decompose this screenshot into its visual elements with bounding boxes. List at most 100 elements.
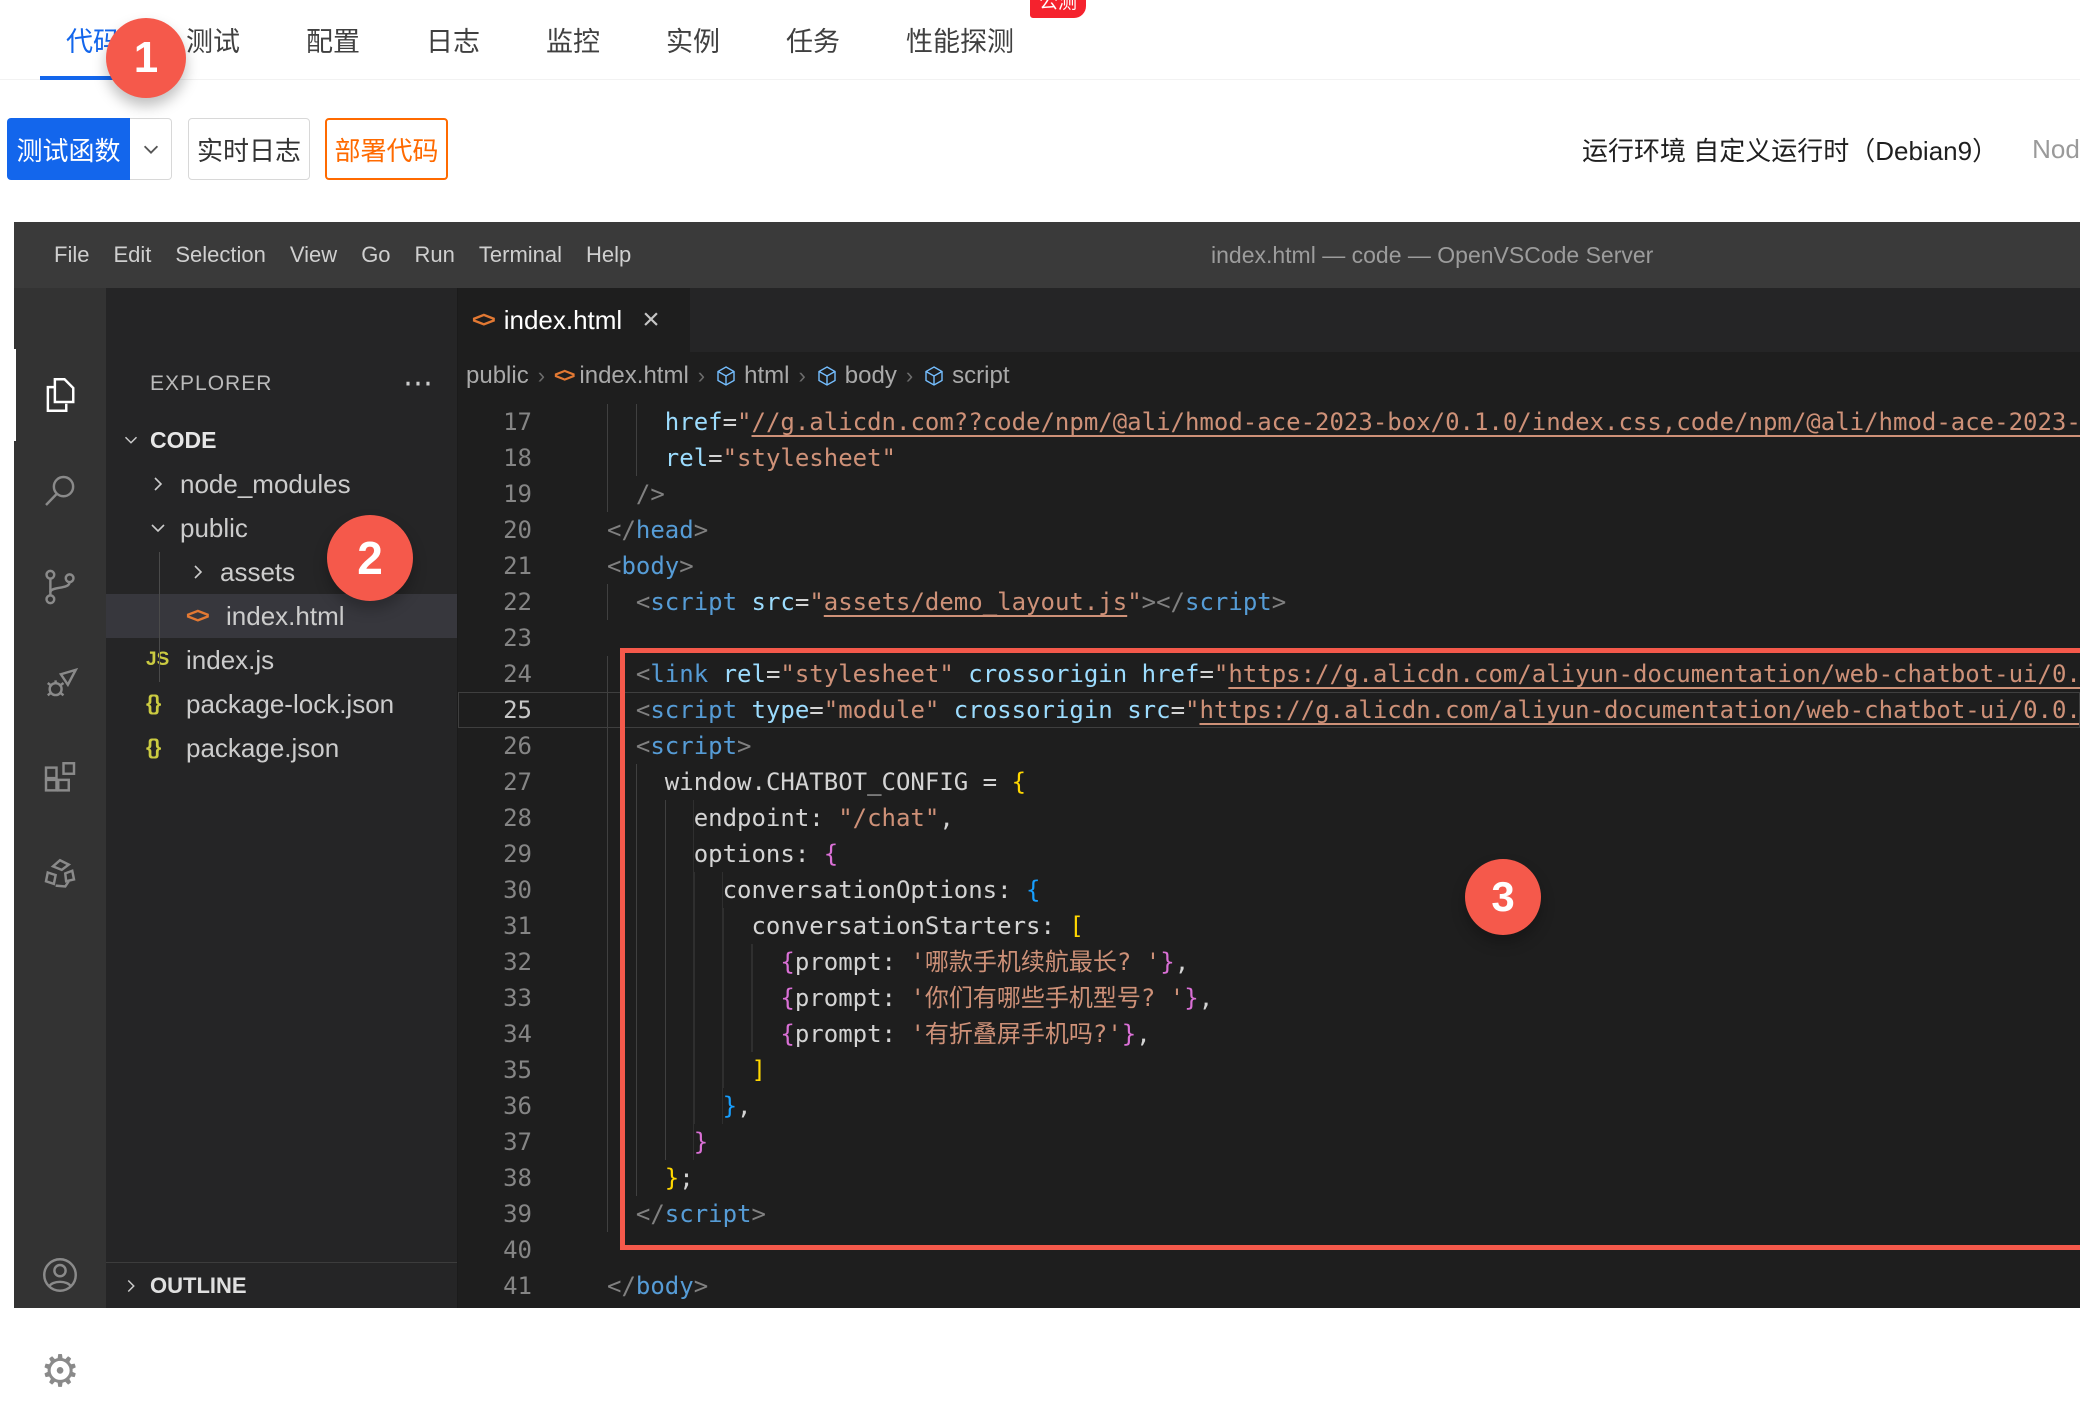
- code-token: >: [1272, 584, 1286, 620]
- line-number[interactable]: 20: [458, 512, 532, 548]
- code-line-text: rel="stylesheet": [607, 440, 896, 476]
- code-line-text: };: [607, 1160, 694, 1196]
- code-token: "stylesheet": [723, 440, 896, 476]
- console-tab-性能探测[interactable]: 性能探测公测: [880, 0, 1040, 80]
- line-number[interactable]: 28: [458, 800, 532, 836]
- line-number[interactable]: 34: [458, 1016, 532, 1052]
- tree-item-label: public: [180, 513, 248, 544]
- code-token: >: [752, 1196, 766, 1232]
- explorer-icon[interactable]: [14, 349, 106, 441]
- settings-gear-icon[interactable]: ⚙: [14, 1326, 106, 1418]
- indent-guides: [607, 872, 723, 908]
- code-token: [1113, 692, 1127, 728]
- line-number[interactable]: 36: [458, 1088, 532, 1124]
- chevron-right-icon: [146, 472, 170, 496]
- code-token: body: [636, 1268, 694, 1304]
- line-number[interactable]: 37: [458, 1124, 532, 1160]
- line-number[interactable]: 31: [458, 908, 532, 944]
- menu-item-help[interactable]: Help: [574, 242, 643, 268]
- line-number[interactable]: 21: [458, 548, 532, 584]
- code-line-33: 33{prompt: '你们有哪些手机型号? '},: [458, 980, 2080, 1016]
- console-tab-实例[interactable]: 实例: [640, 0, 746, 80]
- line-number[interactable]: 23: [458, 620, 532, 656]
- line-number[interactable]: 32: [458, 944, 532, 980]
- code-line-text: conversationOptions: {: [607, 872, 1040, 908]
- indent-guides: [607, 692, 636, 728]
- cloud-toolkit-icon[interactable]: [14, 830, 106, 922]
- line-number[interactable]: 35: [458, 1052, 532, 1088]
- test-function-button[interactable]: 测试函数: [7, 118, 130, 180]
- tree-item-node_modules[interactable]: node_modules: [106, 462, 457, 506]
- code-token: {: [1012, 764, 1026, 800]
- menu-item-edit[interactable]: Edit: [101, 242, 163, 268]
- breadcrumb-item-public[interactable]: public: [466, 362, 529, 390]
- line-number[interactable]: 17: [458, 404, 532, 440]
- line-number[interactable]: 24: [458, 656, 532, 692]
- line-number[interactable]: 39: [458, 1196, 532, 1232]
- breadcrumb-separator: ›: [906, 363, 913, 389]
- breadcrumb-item-html[interactable]: html: [714, 362, 789, 390]
- code-token: >: [737, 728, 751, 764]
- tree-item-package-lock.json[interactable]: {}package-lock.json: [106, 682, 457, 726]
- line-number[interactable]: 25: [458, 692, 532, 728]
- menu-item-file[interactable]: File: [42, 242, 101, 268]
- code-token: src: [1127, 692, 1170, 728]
- console-tab-配置[interactable]: 配置: [280, 0, 386, 80]
- line-number[interactable]: 30: [458, 872, 532, 908]
- menu-item-selection[interactable]: Selection: [163, 242, 278, 268]
- account-icon[interactable]: [14, 1229, 106, 1321]
- tree-item-label: index.js: [186, 645, 274, 676]
- code-line-35: 35]: [458, 1052, 2080, 1088]
- line-number[interactable]: 22: [458, 584, 532, 620]
- explorer-section-code[interactable]: CODE: [106, 418, 457, 462]
- run-debug-icon[interactable]: [14, 637, 106, 729]
- deploy-code-button[interactable]: 部署代码: [325, 118, 448, 180]
- menu-item-run[interactable]: Run: [403, 242, 467, 268]
- line-number[interactable]: 33: [458, 980, 532, 1016]
- code-token: https://g.alicdn.com/aliyun-documentatio…: [1199, 692, 2080, 728]
- code-token: </: [607, 512, 636, 548]
- code-area: 17href="//g.alicdn.com??code/npm/@ali/hm…: [458, 400, 2080, 1304]
- symbol-cube-icon: [714, 364, 738, 388]
- code-token: head: [636, 512, 694, 548]
- line-number[interactable]: 40: [458, 1232, 532, 1268]
- code-token: href: [665, 404, 723, 440]
- gear-icon: ⚙: [40, 1350, 79, 1394]
- menu-item-terminal[interactable]: Terminal: [467, 242, 574, 268]
- source-control-icon[interactable]: [14, 541, 106, 633]
- menu-item-view[interactable]: View: [278, 242, 349, 268]
- extensions-icon[interactable]: [14, 733, 106, 825]
- line-number[interactable]: 26: [458, 728, 532, 764]
- line-number[interactable]: 29: [458, 836, 532, 872]
- code-token: =: [1171, 692, 1185, 728]
- line-number[interactable]: 18: [458, 440, 532, 476]
- close-icon[interactable]: ×: [642, 305, 660, 335]
- code-line-text: window.CHATBOT_CONFIG = {: [607, 764, 1026, 800]
- outline-section[interactable]: OUTLINE: [106, 1262, 457, 1308]
- vscode-window: FileEditSelectionViewGoRunTerminalHelp i…: [14, 222, 2080, 1308]
- line-number[interactable]: 41: [458, 1268, 532, 1304]
- console-tab-日志[interactable]: 日志: [400, 0, 506, 80]
- section-label: CODE: [150, 427, 216, 454]
- vscode-menubar: FileEditSelectionViewGoRunTerminalHelp i…: [14, 222, 2080, 288]
- code-line-36: 36},: [458, 1088, 2080, 1124]
- console-tab-监控[interactable]: 监控: [520, 0, 626, 80]
- breadcrumb-item-script[interactable]: script: [922, 362, 1009, 390]
- console-tab-任务[interactable]: 任务: [760, 0, 866, 80]
- line-number[interactable]: 38: [458, 1160, 532, 1196]
- code-token: body: [621, 548, 679, 584]
- test-function-dropdown-button[interactable]: [130, 118, 172, 180]
- search-icon[interactable]: [14, 445, 106, 537]
- line-number[interactable]: 27: [458, 764, 532, 800]
- line-number[interactable]: 19: [458, 476, 532, 512]
- editor-area: <> index.html × public›<>index.html›html…: [458, 288, 2080, 1308]
- realtime-log-button[interactable]: 实时日志: [188, 118, 310, 180]
- indent-guides: [607, 980, 780, 1016]
- breadcrumb-item-index.html[interactable]: <>index.html: [554, 362, 689, 390]
- tree-item-package.json[interactable]: {}package.json: [106, 726, 457, 770]
- menu-item-go[interactable]: Go: [349, 242, 402, 268]
- breadcrumb-item-body[interactable]: body: [815, 362, 897, 390]
- code-token: ,: [1199, 980, 1213, 1016]
- code-token: ,: [1175, 944, 1189, 980]
- editor-tab-index-html[interactable]: <> index.html ×: [458, 288, 690, 352]
